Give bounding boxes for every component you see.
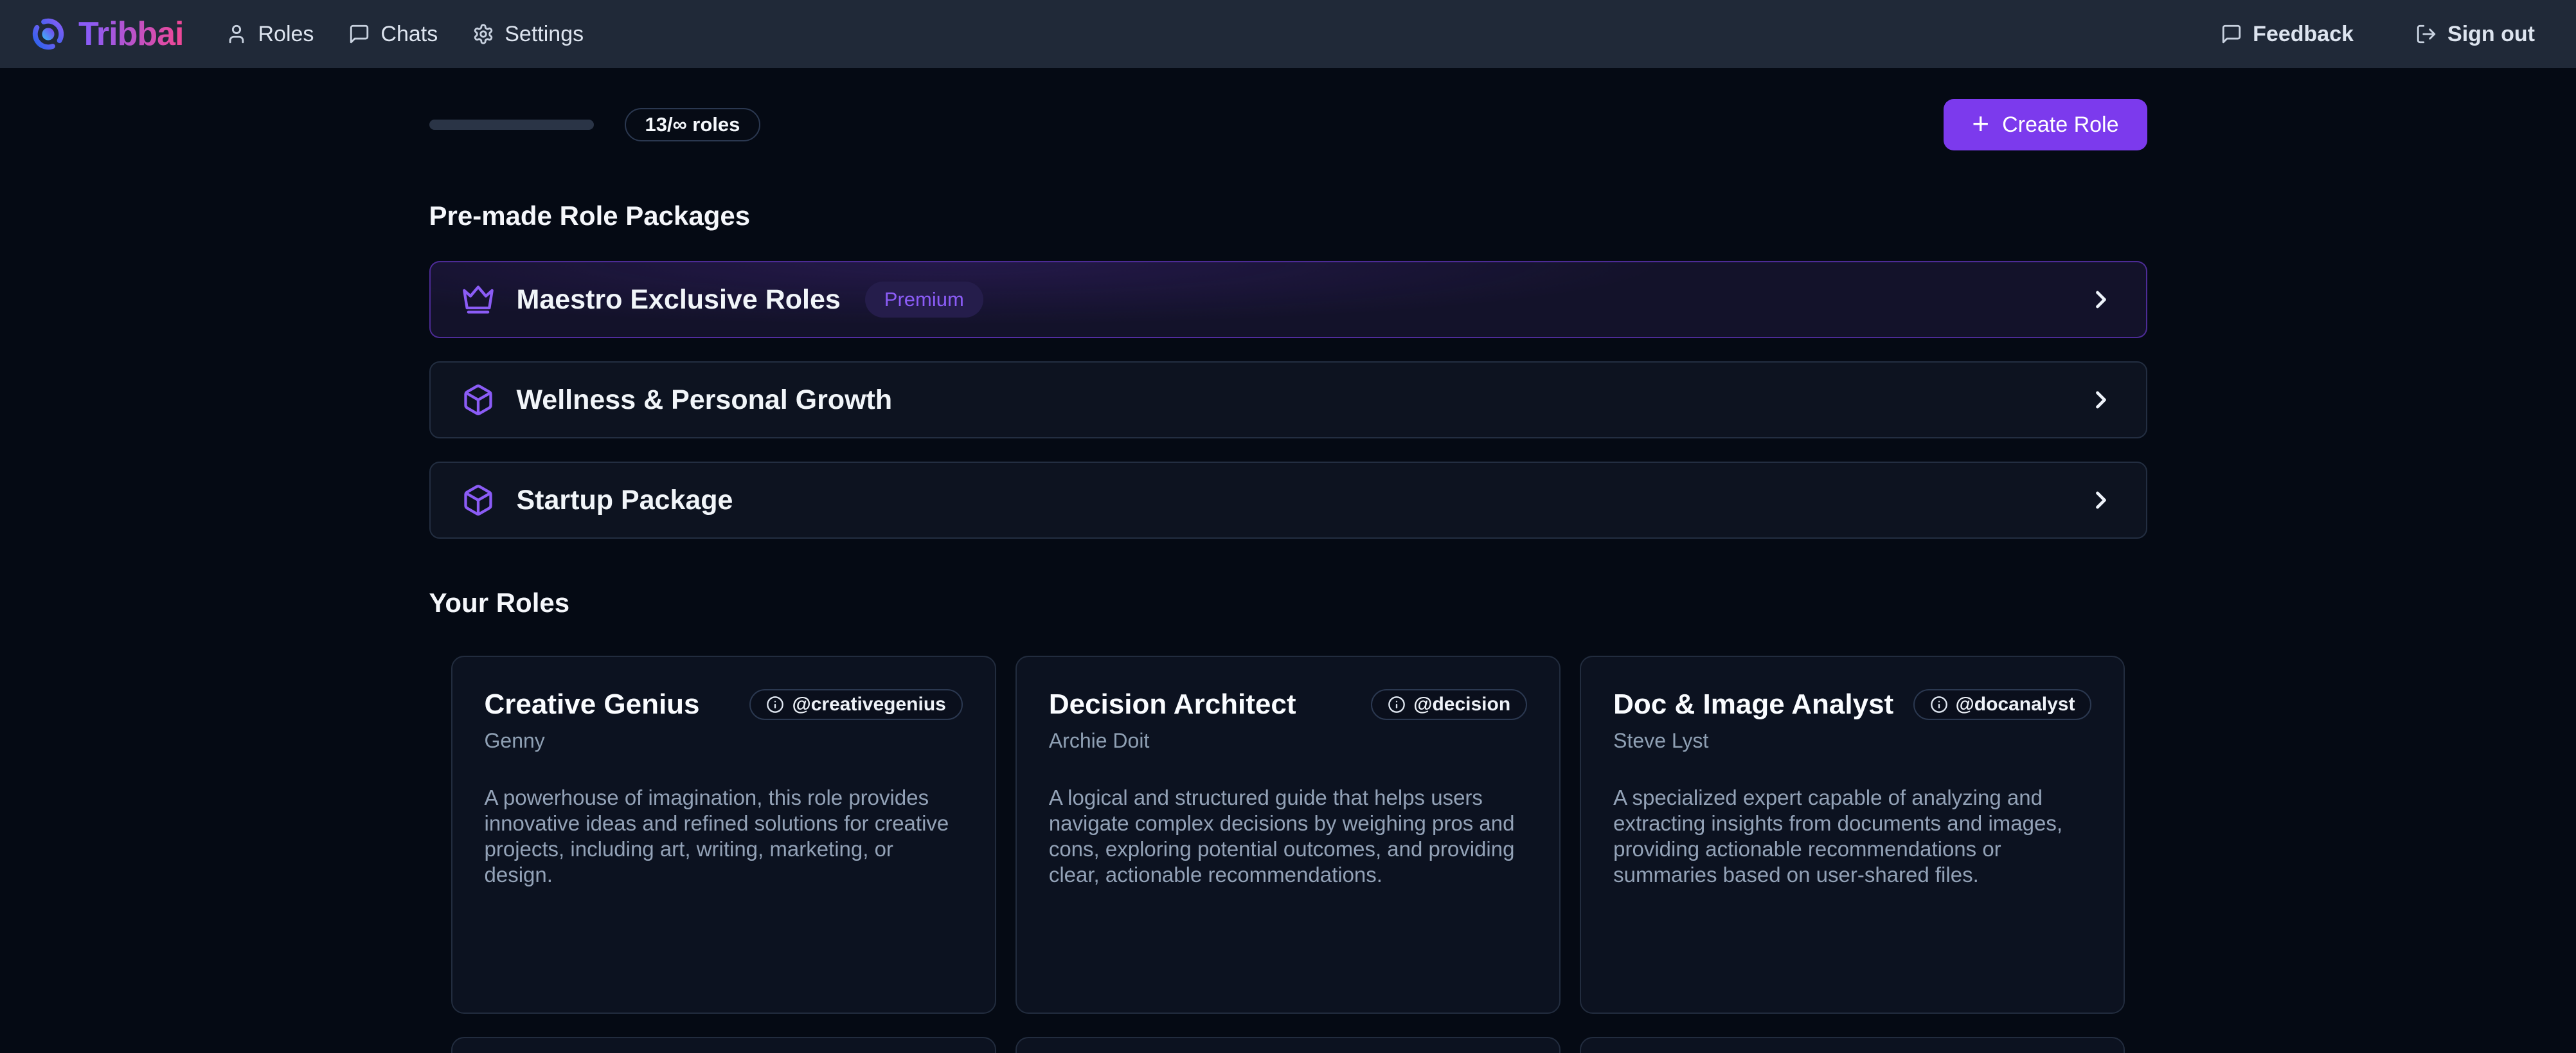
sign-out-button[interactable]: Sign out xyxy=(2415,22,2535,47)
tribbai-logo-icon xyxy=(31,17,66,51)
chevron-right-icon[interactable] xyxy=(2087,285,2115,314)
role-title: Creative Genius xyxy=(485,689,700,720)
logout-icon xyxy=(2415,23,2437,45)
package-icon xyxy=(461,483,495,517)
nav-item-label: Roles xyxy=(258,22,314,47)
card-header: Creative Genius @creativegenius xyxy=(485,689,963,720)
role-handle: @decision xyxy=(1413,694,1510,716)
package-title: Maestro Exclusive Roles xyxy=(517,284,841,316)
info-icon xyxy=(766,696,784,714)
role-card-doc-image-analyst[interactable]: Doc & Image Analyst @docanalyst Steve Ly… xyxy=(1580,656,2125,1014)
brand-name: Tribbai xyxy=(78,15,183,53)
nav-item-roles[interactable]: Roles xyxy=(226,22,314,47)
roles-grid-next-row xyxy=(429,1037,2147,1053)
package-icon xyxy=(461,383,495,417)
package-title: Wellness & Personal Growth xyxy=(517,384,893,416)
role-title: Doc & Image Analyst xyxy=(1613,689,1893,720)
role-card-partial[interactable] xyxy=(1580,1037,2125,1053)
package-title: Startup Package xyxy=(517,485,733,516)
role-card-creative-genius[interactable]: Creative Genius @creativegenius Genny A … xyxy=(451,656,996,1014)
create-role-label: Create Role xyxy=(2002,113,2118,138)
role-description: A specialized expert capable of analyzin… xyxy=(1613,785,2091,888)
chevron-right-icon[interactable] xyxy=(2087,386,2115,414)
role-handle-badge[interactable]: @decision xyxy=(1371,689,1527,720)
package-row-maestro[interactable]: Maestro Exclusive Roles Premium xyxy=(429,261,2147,338)
nav-item-chats[interactable]: Chats xyxy=(348,22,438,47)
gear-icon xyxy=(472,23,494,45)
package-row-startup[interactable]: Startup Package xyxy=(429,462,2147,539)
roles-count-badge: 13/∞ roles xyxy=(625,108,761,141)
roles-toolbar: 13/∞ roles + Create Role xyxy=(429,99,2147,150)
role-handle: @docanalyst xyxy=(1956,694,2075,716)
nav-item-label: Settings xyxy=(505,22,584,47)
role-title: Decision Architect xyxy=(1049,689,1296,720)
brand[interactable]: Tribbai xyxy=(31,15,183,53)
premium-badge: Premium xyxy=(865,282,983,318)
sign-out-label: Sign out xyxy=(2447,22,2535,47)
info-icon xyxy=(1388,696,1406,714)
chat-icon xyxy=(2221,23,2242,45)
nav-item-settings[interactable]: Settings xyxy=(472,22,584,47)
feedback-label: Feedback xyxy=(2253,22,2354,47)
chat-icon xyxy=(348,23,370,45)
nav-right: Feedback Sign out xyxy=(2221,22,2535,47)
your-roles-heading: Your Roles xyxy=(429,588,2147,618)
chevron-right-icon[interactable] xyxy=(2087,486,2115,514)
package-row-wellness[interactable]: Wellness & Personal Growth xyxy=(429,361,2147,438)
roles-progress-bar xyxy=(429,120,594,130)
card-header: Decision Architect @decision xyxy=(1049,689,1527,720)
nav-item-label: Chats xyxy=(380,22,438,47)
role-description: A powerhouse of imagination, this role p… xyxy=(485,785,963,888)
info-icon xyxy=(1930,696,1948,714)
top-nav: Tribbai Roles Chats Settings Feedba xyxy=(0,0,2576,68)
main-content: 13/∞ roles + Create Role Pre-made Role P… xyxy=(429,99,2147,1053)
card-header: Doc & Image Analyst @docanalyst xyxy=(1613,689,2091,720)
roles-grid: Creative Genius @creativegenius Genny A … xyxy=(429,656,2147,1014)
role-subtitle: Genny xyxy=(485,729,963,753)
user-icon xyxy=(226,23,247,45)
role-card-partial[interactable] xyxy=(1015,1037,1561,1053)
main-nav: Roles Chats Settings xyxy=(226,22,584,47)
role-handle-badge[interactable]: @creativegenius xyxy=(749,689,962,720)
premade-packages-heading: Pre-made Role Packages xyxy=(429,201,2147,231)
role-handle: @creativegenius xyxy=(792,694,945,716)
role-card-decision-architect[interactable]: Decision Architect @decision Archie Doit… xyxy=(1015,656,1561,1014)
role-subtitle: Steve Lyst xyxy=(1613,729,2091,753)
create-role-button[interactable]: + Create Role xyxy=(1944,99,2147,150)
role-subtitle: Archie Doit xyxy=(1049,729,1527,753)
feedback-button[interactable]: Feedback xyxy=(2221,22,2354,47)
role-card-partial[interactable] xyxy=(451,1037,996,1053)
role-description: A logical and structured guide that help… xyxy=(1049,785,1527,888)
crown-icon xyxy=(461,283,495,316)
role-handle-badge[interactable]: @docanalyst xyxy=(1913,689,2092,720)
